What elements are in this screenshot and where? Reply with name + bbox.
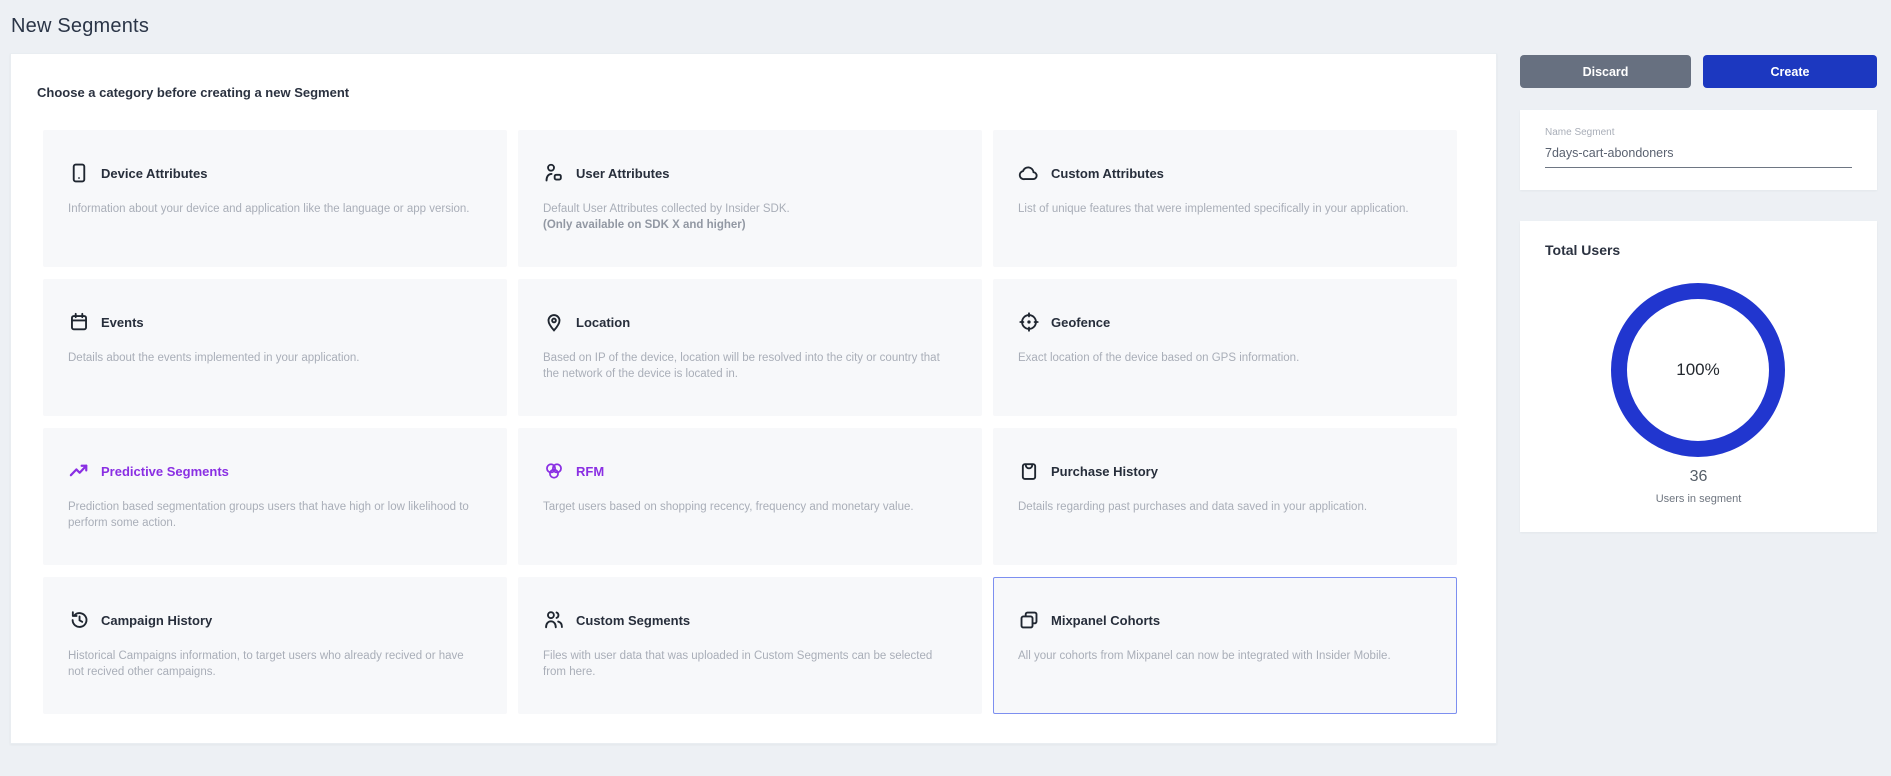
segment-category-panel: Choose a category before creating a new … (10, 53, 1497, 744)
category-card-custom-attributes[interactable]: Custom Attributes List of unique feature… (993, 130, 1457, 267)
category-card-title: User Attributes (576, 166, 669, 181)
device-icon (68, 162, 90, 184)
category-card-title: Campaign History (101, 613, 212, 628)
category-card-title: Custom Attributes (1051, 166, 1164, 181)
category-card-description: All your cohorts from Mixpanel can now b… (1018, 648, 1432, 664)
category-card-description: Details about the events implemented in … (68, 350, 482, 366)
category-card-campaign-history[interactable]: Campaign History Historical Campaigns in… (43, 577, 507, 714)
category-card-rfm[interactable]: RFM Target users based on shopping recen… (518, 428, 982, 565)
category-card-description: Historical Campaigns information, to tar… (68, 648, 482, 680)
discard-button[interactable]: Discard (1520, 55, 1691, 88)
category-card-description: Files with user data that was uploaded i… (543, 648, 957, 680)
calendar-icon (68, 311, 90, 333)
total-users-card: Total Users 100% 36 Users in segment (1520, 221, 1877, 532)
history-clock-icon (68, 609, 90, 631)
category-card-description: Information about your device and applic… (68, 201, 482, 217)
total-users-heading: Total Users (1545, 242, 1620, 258)
page-title: New Segments (11, 15, 149, 38)
category-card-user-attributes[interactable]: User Attributes Default User Attributes … (518, 130, 982, 267)
category-card-geofence[interactable]: Geofence Exact location of the device ba… (993, 279, 1457, 416)
category-card-device-attributes[interactable]: Device Attributes Information about your… (43, 130, 507, 267)
category-card-description: Prediction based segmentation groups use… (68, 499, 482, 531)
category-card-note: (Only available on SDK X and higher) (543, 217, 957, 234)
shopping-bag-icon (1018, 460, 1040, 482)
category-card-mixpanel-cohorts[interactable]: Mixpanel Cohorts All your cohorts from M… (993, 577, 1457, 714)
category-card-description: List of unique features that were implem… (1018, 201, 1432, 217)
users-icon (543, 609, 565, 631)
category-card-title: Mixpanel Cohorts (1051, 613, 1160, 628)
name-segment-label: Name Segment (1545, 127, 1852, 138)
category-card-title: Predictive Segments (101, 464, 229, 479)
category-card-location[interactable]: Location Based on IP of the device, loca… (518, 279, 982, 416)
category-card-title: Geofence (1051, 315, 1110, 330)
map-pin-icon (543, 311, 565, 333)
cloud-icon (1018, 162, 1040, 184)
category-card-title: Purchase History (1051, 464, 1158, 479)
category-card-title: Device Attributes (101, 166, 207, 181)
category-card-title: Location (576, 315, 630, 330)
venn-circles-icon (543, 460, 565, 482)
category-card-description: Default User Attributes collected by Ins… (543, 201, 957, 217)
create-button[interactable]: Create (1703, 55, 1877, 88)
category-card-description: Exact location of the device based on GP… (1018, 350, 1432, 366)
users-in-segment-count: 36 (1520, 468, 1877, 486)
name-segment-card: Name Segment (1520, 110, 1877, 190)
category-card-grid: Device Attributes Information about your… (43, 130, 1457, 714)
panel-heading: Choose a category before creating a new … (37, 85, 349, 100)
total-users-donut-chart: 100% (1611, 283, 1785, 457)
category-card-purchase-history[interactable]: Purchase History Details regarding past … (993, 428, 1457, 565)
category-card-title: RFM (576, 464, 604, 479)
category-card-description: Target users based on shopping recency, … (543, 499, 957, 515)
name-segment-input[interactable] (1545, 146, 1852, 168)
category-card-description: Based on IP of the device, location will… (543, 350, 957, 382)
user-badge-icon (543, 162, 565, 184)
trending-up-icon (68, 460, 90, 482)
category-card-title: Events (101, 315, 144, 330)
donut-percent-label: 100% (1676, 360, 1719, 380)
category-card-description: Details regarding past purchases and dat… (1018, 499, 1432, 515)
category-card-predictive-segments[interactable]: Predictive Segments Prediction based seg… (43, 428, 507, 565)
gps-crosshair-icon (1018, 311, 1040, 333)
category-card-title: Custom Segments (576, 613, 690, 628)
users-in-segment-caption: Users in segment (1520, 493, 1877, 505)
linked-squares-icon (1018, 609, 1040, 631)
category-card-events[interactable]: Events Details about the events implemen… (43, 279, 507, 416)
category-card-custom-segments[interactable]: Custom Segments Files with user data tha… (518, 577, 982, 714)
